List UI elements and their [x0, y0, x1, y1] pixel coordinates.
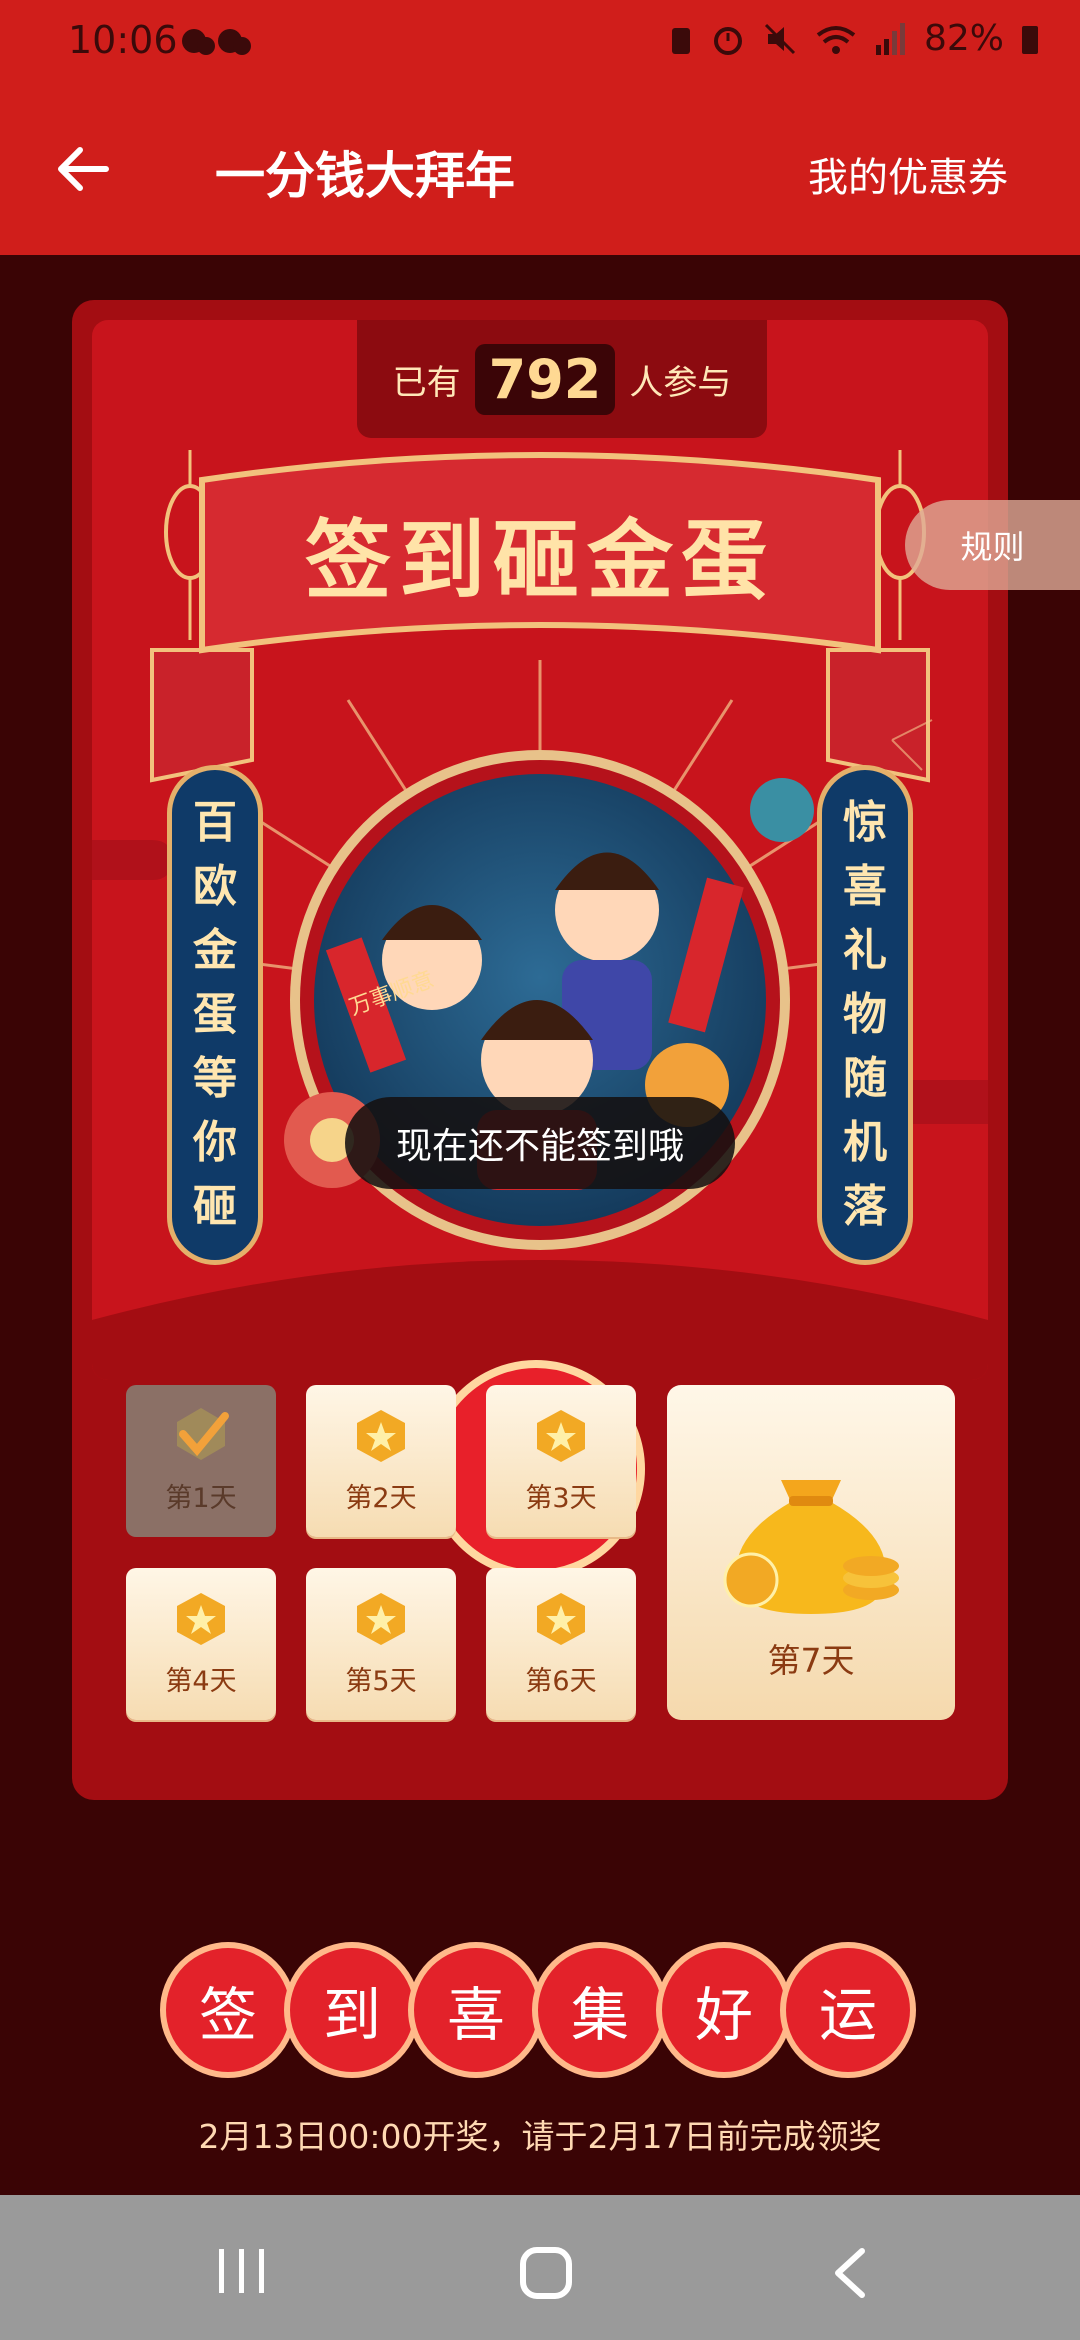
signin-card: 万事顺意 签到砸金蛋 已有 792 人参与 百欧金蛋等你砸 惊喜礼物随机落 第1…: [72, 300, 1008, 1800]
title-char: 运: [780, 1942, 916, 2078]
my-coupons-link[interactable]: 我的优惠券: [808, 145, 1008, 203]
couplet-char: 礼: [843, 925, 887, 976]
title-char: 到: [284, 1942, 420, 2078]
participants-prefix: 已有: [392, 362, 461, 403]
day-2-label: 第2天: [345, 1483, 417, 1514]
wechat-icon: [180, 24, 256, 62]
main-banner-title: 签到砸金蛋: [305, 510, 775, 611]
title-char: 集: [532, 1942, 668, 2078]
day-4-tile[interactable]: 第4天: [126, 1568, 276, 1720]
recent-apps-icon[interactable]: [215, 2245, 271, 2301]
day-7-label: 第7天: [767, 1641, 855, 1680]
bottom-title: 签到喜集好运: [160, 1942, 916, 2078]
money-bag-icon: [723, 1480, 899, 1614]
day-3-label: 第3天: [525, 1483, 597, 1514]
day-6-tile[interactable]: 第6天: [486, 1568, 636, 1720]
participants-count: 792: [474, 343, 616, 415]
day-4-label: 第4天: [165, 1666, 237, 1697]
coin-checked-icon: [177, 1408, 229, 1460]
back-nav-icon[interactable]: [830, 2245, 870, 2305]
rules-tab[interactable]: 规则: [905, 500, 1080, 590]
couplet-char: 随: [843, 1053, 887, 1104]
wifi-icon: [816, 25, 856, 54]
day-1-label: 第1天: [165, 1483, 237, 1514]
day-1-tile[interactable]: 第1天: [126, 1385, 276, 1537]
system-nav-bar: [0, 2195, 1080, 2340]
status-icons: 82%: [668, 18, 1040, 59]
participants-suffix: 人参与: [629, 362, 732, 403]
title-char: 喜: [408, 1942, 544, 2078]
day-7-tile[interactable]: 第7天: [667, 1385, 955, 1720]
couplet-char: 欧: [193, 861, 237, 912]
back-arrow-icon[interactable]: [52, 138, 114, 200]
battery-saver-icon: [671, 27, 690, 54]
page-title: 一分钱大拜年: [215, 147, 515, 205]
couplet-char: 物: [843, 989, 887, 1040]
couplet-char: 你: [193, 1117, 237, 1168]
star-coin-icon: [357, 1410, 405, 1462]
draw-notice: 2月13日00:00开奖，请于2月17日前完成领奖: [198, 2117, 882, 2156]
toast-message: 现在还不能签到哦: [345, 1097, 735, 1189]
home-icon[interactable]: [518, 2245, 574, 2305]
star-coin-icon: [177, 1593, 225, 1645]
couplet-char: 百: [193, 797, 237, 848]
battery-percent: 82%: [923, 18, 1004, 59]
star-coin-icon: [537, 1593, 585, 1645]
couplet-char: 蛋: [193, 989, 237, 1040]
title-char: 签: [160, 1942, 296, 2078]
couplet-char: 金: [193, 925, 237, 976]
status-time: 10:06: [68, 18, 178, 62]
participant-counter: 已有 792 人参与: [357, 320, 767, 438]
couplet-char: 机: [843, 1117, 887, 1168]
left-couplet: 百欧金蛋等你砸: [167, 765, 263, 1265]
day-5-tile[interactable]: 第5天: [306, 1568, 456, 1720]
couplet-char: 砸: [193, 1181, 237, 1232]
day-2-tile[interactable]: 第2天: [306, 1385, 456, 1537]
couplet-char: 喜: [843, 861, 887, 912]
couplet-char: 等: [193, 1053, 237, 1104]
day-3-tile[interactable]: 第3天: [486, 1385, 636, 1537]
couplet-char: 落: [843, 1181, 887, 1232]
day-6-label: 第6天: [525, 1666, 597, 1697]
title-char: 好: [656, 1942, 792, 2078]
alarm-icon: [713, 26, 742, 55]
couplet-char: 惊: [843, 797, 887, 848]
star-coin-icon: [537, 1410, 585, 1462]
signal-icon: [875, 22, 905, 55]
star-coin-icon: [357, 1593, 405, 1645]
battery-icon: [1022, 25, 1038, 54]
mute-icon: [764, 23, 796, 54]
day-5-label: 第5天: [345, 1666, 417, 1697]
right-couplet: 惊喜礼物随机落: [817, 765, 913, 1265]
banner-area: 万事顺意 签到砸金蛋 已有 792 人参与 百欧金蛋等你砸 惊喜礼物随机落: [92, 320, 988, 1380]
